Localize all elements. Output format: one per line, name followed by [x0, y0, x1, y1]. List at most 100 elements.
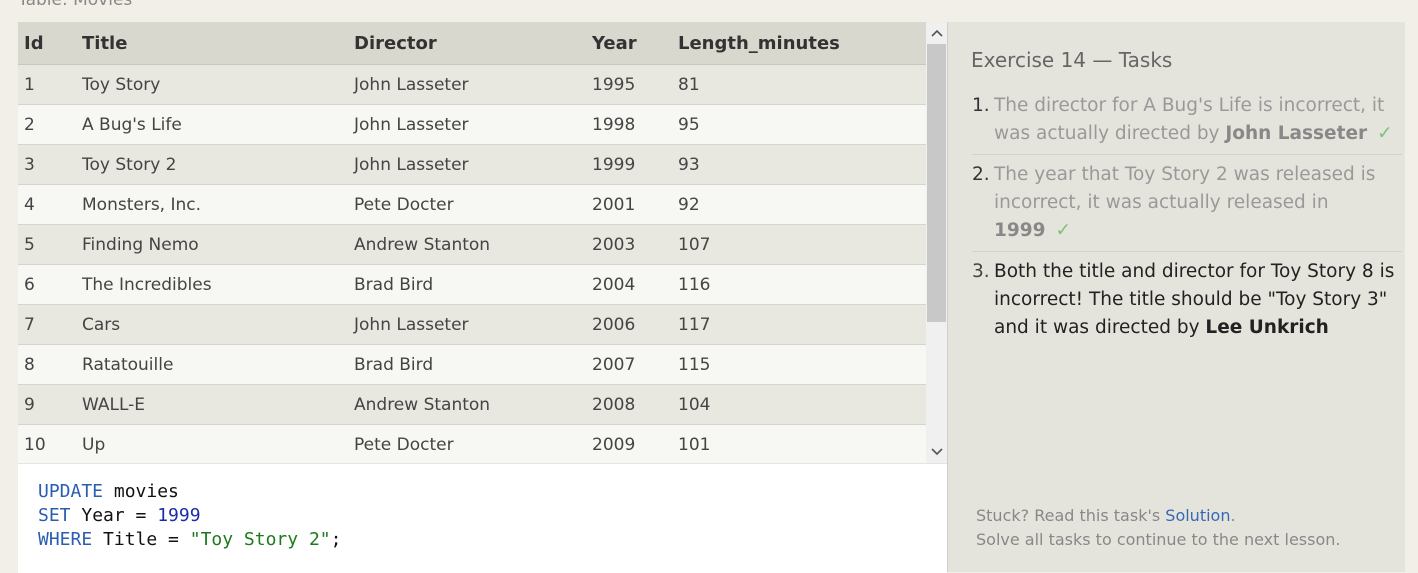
footer-prefix: Stuck? Read this task's — [976, 506, 1166, 525]
scroll-thumb[interactable] — [927, 44, 946, 322]
cell-director: John Lasseter — [354, 104, 592, 145]
table-row: 2 A Bug's Life John Lasseter 1998 95 — [18, 104, 926, 145]
cell-id: 2 — [18, 104, 82, 145]
sql-keyword: UPDATE — [38, 481, 104, 502]
cell-year: 2009 — [592, 424, 678, 463]
cell-length: 104 — [678, 384, 926, 425]
column-header-director: Director — [354, 22, 592, 65]
tasks-panel: Exercise 14 — Tasks 1. The director for … — [947, 22, 1405, 572]
cell-length: 101 — [678, 424, 926, 463]
panel-title: Exercise 14 — Tasks — [971, 48, 1173, 72]
sql-text: ; — [330, 529, 342, 550]
cell-director: John Lasseter — [354, 304, 592, 345]
sql-keyword: SET — [38, 505, 71, 526]
cell-id: 3 — [18, 144, 82, 185]
cell-length: 117 — [678, 304, 926, 345]
scroll-up-button[interactable] — [926, 22, 947, 44]
task-list: 1. The director for A Bug's Life is inco… — [972, 92, 1402, 354]
cell-director: Brad Bird — [354, 264, 592, 305]
task-bold: John Lasseter — [1225, 123, 1368, 144]
cell-year: 2006 — [592, 304, 678, 345]
cell-title: Toy Story 2 — [82, 144, 354, 185]
table-row: 9 WALL-E Andrew Stanton 2008 104 — [18, 384, 926, 425]
cell-length: 115 — [678, 344, 926, 385]
cell-length: 93 — [678, 144, 926, 185]
cell-id: 6 — [18, 264, 82, 305]
task-bold: Lee Unkrich — [1205, 317, 1329, 338]
cell-length: 116 — [678, 264, 926, 305]
cell-year: 1998 — [592, 104, 678, 145]
sql-keyword: WHERE — [38, 529, 93, 550]
task-item-1: 1. The director for A Bug's Life is inco… — [972, 92, 1402, 155]
cell-year: 2008 — [592, 384, 678, 425]
task-item-2: 2. The year that Toy Story 2 was release… — [972, 161, 1402, 252]
table-row: 5 Finding Nemo Andrew Stanton 2003 107 — [18, 224, 926, 265]
table-row: 10 Up Pete Docter 2009 101 — [18, 424, 926, 463]
cell-title: Monsters, Inc. — [82, 184, 354, 225]
cell-id: 5 — [18, 224, 82, 265]
check-icon: ✓ — [1377, 123, 1393, 144]
check-icon: ✓ — [1055, 220, 1072, 241]
cell-title: Up — [82, 424, 354, 463]
cell-director: Brad Bird — [354, 344, 592, 385]
cell-year: 1995 — [592, 64, 678, 105]
task-number: 3. — [972, 261, 990, 282]
cell-director: Pete Docter — [354, 184, 592, 225]
task-bold: 1999 — [994, 220, 1046, 241]
cell-year: 2003 — [592, 224, 678, 265]
cell-length: 92 — [678, 184, 926, 225]
cell-id: 9 — [18, 384, 82, 425]
task-number: 1. — [972, 95, 990, 116]
cell-id: 7 — [18, 304, 82, 345]
column-header-id: Id — [18, 22, 82, 65]
footer-suffix: . — [1230, 506, 1236, 525]
cell-title: A Bug's Life — [82, 104, 354, 145]
task-text: Both the title and director for Toy Stor… — [994, 261, 1395, 338]
sql-text: Title = — [92, 529, 190, 550]
column-header-title: Title — [82, 22, 354, 65]
table-row: 4 Monsters, Inc. Pete Docter 2001 92 — [18, 184, 926, 225]
cell-title: The Incredibles — [82, 264, 354, 305]
table-row: 8 Ratatouille Brad Bird 2007 115 — [18, 344, 926, 385]
cell-length: 81 — [678, 64, 926, 105]
sql-number: 1999 — [157, 505, 201, 526]
scroll-down-button[interactable] — [926, 441, 947, 463]
cell-year: 2004 — [592, 264, 678, 305]
table-row: 7 Cars John Lasseter 2006 117 — [18, 304, 926, 345]
sql-code[interactable]: UPDATE movies SET Year = 1999 WHERE Titl… — [38, 480, 341, 552]
table-row: 3 Toy Story 2 John Lasseter 1999 93 — [18, 144, 926, 185]
sql-text: movies — [103, 481, 179, 502]
cell-title: Cars — [82, 304, 354, 345]
task-text: The year that Toy Story 2 was released i… — [994, 164, 1376, 213]
cell-year: 1999 — [592, 144, 678, 185]
chevron-down-icon — [930, 448, 943, 456]
cell-title: Finding Nemo — [82, 224, 354, 265]
cell-year: 2007 — [592, 344, 678, 385]
cell-director: Andrew Stanton — [354, 384, 592, 425]
table-row: 1 Toy Story John Lasseter 1995 81 — [18, 64, 926, 105]
cell-title: Ratatouille — [82, 344, 354, 385]
table-row: 6 The Incredibles Brad Bird 2004 116 — [18, 264, 926, 305]
footer-line2: Solve all tasks to continue to the next … — [976, 530, 1341, 549]
table-scrollbar[interactable] — [926, 22, 947, 463]
cell-year: 2001 — [592, 184, 678, 225]
table-header-row: Id Title Director Year Length_minutes — [18, 22, 926, 65]
solution-link[interactable]: Solution — [1165, 506, 1230, 525]
sql-editor[interactable]: UPDATE movies SET Year = 1999 WHERE Titl… — [18, 463, 947, 573]
cell-title: WALL-E — [82, 384, 354, 425]
cell-length: 95 — [678, 104, 926, 145]
cell-id: 8 — [18, 344, 82, 385]
cell-id: 10 — [18, 424, 82, 463]
results-table-container: Id Title Director Year Length_minutes 1 … — [18, 22, 926, 463]
sql-string: "Toy Story 2" — [189, 529, 331, 550]
cell-director: John Lasseter — [354, 144, 592, 185]
column-header-year: Year — [592, 22, 678, 65]
movies-table: Id Title Director Year Length_minutes 1 … — [18, 22, 926, 463]
task-number: 2. — [972, 164, 990, 185]
cell-title: Toy Story — [82, 64, 354, 105]
cell-director: Andrew Stanton — [354, 224, 592, 265]
cell-director: Pete Docter — [354, 424, 592, 463]
sql-text: Year = — [70, 505, 158, 526]
task-item-3: 3. Both the title and director for Toy S… — [972, 258, 1402, 348]
panel-footer: Stuck? Read this task's Solution. Solve … — [976, 504, 1340, 552]
